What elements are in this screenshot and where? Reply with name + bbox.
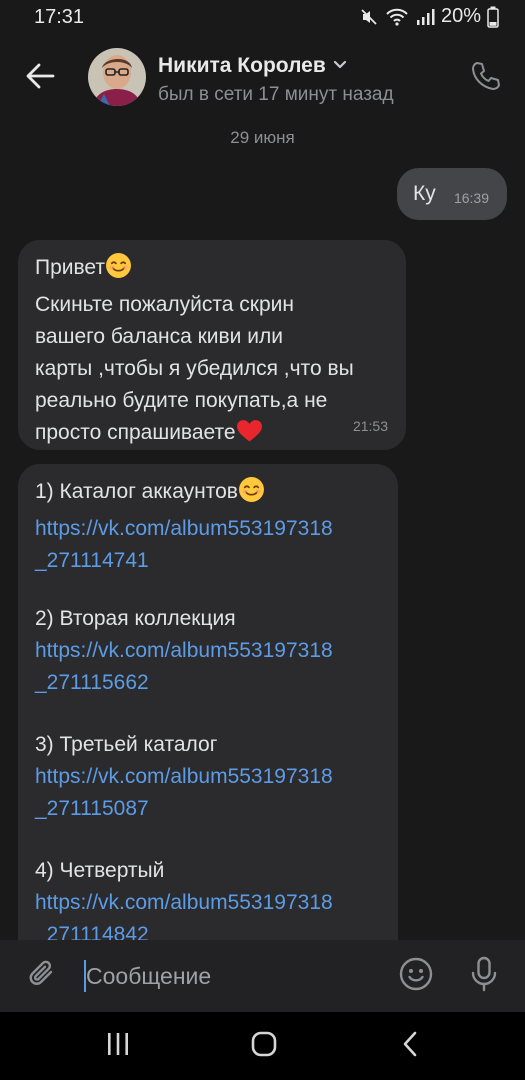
smiling-face-emoji xyxy=(105,252,132,289)
phone-icon xyxy=(469,60,501,97)
text-caret xyxy=(84,960,86,992)
emoji-button[interactable] xyxy=(396,956,436,996)
chat-header: Никита Королев был в сети 17 минут назад xyxy=(0,36,525,120)
red-heart-emoji xyxy=(236,418,263,454)
battery-percent: 20% xyxy=(440,5,481,27)
message-time: 21:53 xyxy=(352,418,388,434)
nav-back-button[interactable] xyxy=(388,1026,432,1066)
contact-status: был в сети 17 минут назад xyxy=(158,84,394,105)
status-bar: 17:31 20% xyxy=(0,0,525,36)
message-incoming-catalog[interactable]: 1) Каталог аккаунтов https://vk.com/albu… xyxy=(18,464,398,984)
message-body: Скиньте пожалуйста скрин вашего баланса … xyxy=(35,293,354,444)
back-chevron-icon xyxy=(400,1030,420,1063)
status-time: 17:31 xyxy=(34,6,85,28)
date-separator: 29 июня xyxy=(230,128,295,147)
back-button[interactable] xyxy=(20,58,60,98)
contact-name-row[interactable]: Никита Королев xyxy=(158,54,348,78)
avatar[interactable] xyxy=(88,48,146,106)
catalog-item: 4) Четвертый https://vk.com/album5531973… xyxy=(35,855,395,951)
catalog-item-title: 2) Вторая коллекция xyxy=(35,607,236,630)
message-composer xyxy=(0,940,525,1012)
message-incoming[interactable]: Привет Скиньте пожалуйста скрин вашего б… xyxy=(18,240,406,450)
catalog-link[interactable]: https://vk.com/album553197318 _271115662 xyxy=(35,635,395,699)
message-input[interactable] xyxy=(82,954,380,998)
call-button[interactable] xyxy=(465,58,505,98)
catalog-link[interactable]: https://vk.com/album553197318 _271114741 xyxy=(35,513,395,577)
catalog-item-title: 3) Третьей каталог xyxy=(35,733,218,756)
battery-icon xyxy=(487,6,499,28)
message-text: Ку xyxy=(413,182,436,205)
catalog-link[interactable]: https://vk.com/album553197318 _271115087 xyxy=(35,761,395,825)
catalog-item: 3) Третьей каталог https://vk.com/album5… xyxy=(35,729,395,825)
message-outgoing[interactable]: Ку 16:39 xyxy=(397,168,507,220)
back-arrow-icon xyxy=(25,63,55,94)
paperclip-icon xyxy=(26,958,58,995)
catalog-item-title: 4) Четвертый xyxy=(35,859,165,882)
signal-icon xyxy=(415,7,435,27)
wifi-icon xyxy=(385,7,409,27)
recents-button[interactable] xyxy=(96,1026,140,1066)
catalog-item: 1) Каталог аккаунтов https://vk.com/albu… xyxy=(35,476,395,577)
microphone-button[interactable] xyxy=(464,956,504,996)
catalog-item: 2) Вторая коллекция https://vk.com/album… xyxy=(35,603,395,699)
catalog-item-title: 1) Каталог аккаунтов xyxy=(35,476,395,513)
attach-button[interactable] xyxy=(22,956,62,996)
emoji-smile-icon xyxy=(398,956,434,997)
recents-icon xyxy=(104,1032,132,1061)
microphone-icon xyxy=(469,956,499,997)
status-icons: 20% xyxy=(359,5,499,28)
home-icon xyxy=(250,1030,278,1063)
message-time: 16:39 xyxy=(453,190,489,206)
mute-icon xyxy=(359,7,379,27)
message-greeting: Привет xyxy=(35,256,106,279)
chat-screen: 17:31 20% Никита Королев был в сети 17 м… xyxy=(0,0,525,1080)
chevron-down-icon xyxy=(332,57,348,75)
contact-name: Никита Королев xyxy=(158,54,326,77)
message-text: Привет Скиньте пожалуйста скрин вашего б… xyxy=(35,252,395,454)
home-button[interactable] xyxy=(242,1026,286,1066)
navigation-bar xyxy=(0,1012,525,1080)
smiling-face-emoji xyxy=(238,476,265,513)
